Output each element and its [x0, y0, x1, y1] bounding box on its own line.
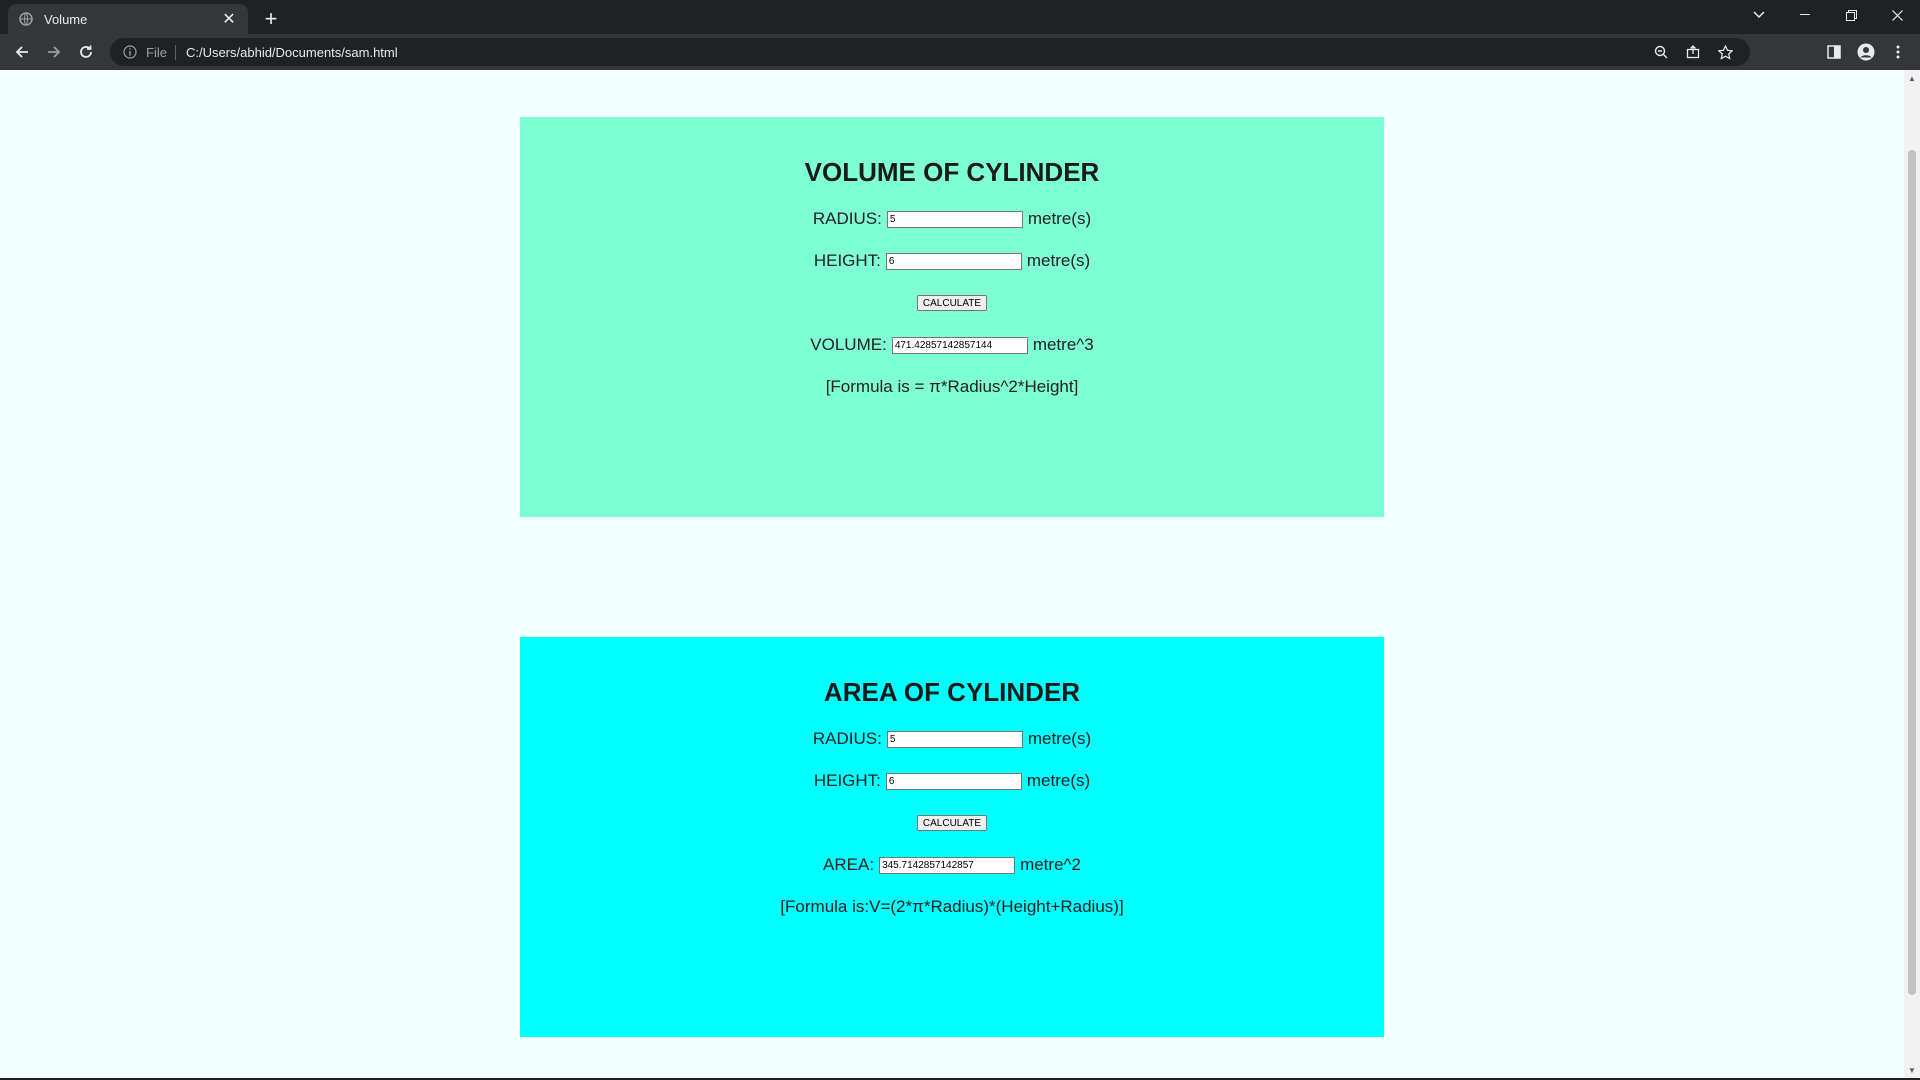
volume-result-output[interactable] — [891, 336, 1028, 354]
area-title: AREA OF CYLINDER — [823, 677, 1081, 707]
area-radius-unit: metre(s) — [1027, 729, 1092, 748]
area-panel: AREA OF CYLINDER RADIUS: metre(s) HEIGHT… — [520, 637, 1384, 1037]
new-tab-button[interactable]: + — [258, 6, 284, 32]
scroll-up-arrow-icon[interactable]: ▲ — [1904, 70, 1920, 86]
browser-toolbar: File C:/Users/abhid/Documents/sam.html — [0, 34, 1920, 70]
scroll-down-arrow-icon[interactable]: ▼ — [1904, 1062, 1920, 1078]
volume-radius-unit: metre(s) — [1027, 209, 1092, 228]
volume-height-input[interactable] — [885, 252, 1022, 270]
area-result-output[interactable] — [879, 856, 1016, 874]
address-bar[interactable]: File C:/Users/abhid/Documents/sam.html — [110, 38, 1750, 66]
share-icon[interactable] — [1680, 39, 1706, 65]
menu-icon[interactable] — [1884, 38, 1912, 66]
volume-result-unit: metre^3 — [1032, 335, 1094, 354]
volume-height-label: HEIGHT: — [813, 251, 881, 270]
tab-volume[interactable]: Volume ✕ — [8, 4, 248, 34]
volume-height-row: HEIGHT: metre(s) — [520, 240, 1384, 282]
volume-calculate-row: CALCULATE — [520, 282, 1384, 324]
reload-icon[interactable] — [72, 38, 100, 66]
volume-result-label: VOLUME: — [810, 335, 887, 354]
area-radius-label: RADIUS: — [812, 729, 882, 748]
volume-title: VOLUME OF CYLINDER — [804, 157, 1100, 187]
area-calculate-button[interactable]: CALCULATE — [916, 815, 988, 831]
address-scheme: File — [146, 44, 176, 60]
area-calculate-row: CALCULATE — [520, 802, 1384, 844]
area-radius-row: RADIUS: metre(s) — [520, 718, 1384, 760]
tab-title: Volume — [44, 11, 88, 27]
volume-formula: [Formula is = π*Radius^2*Height] — [825, 377, 1079, 396]
volume-height-unit: metre(s) — [1026, 251, 1091, 270]
volume-radius-row: RADIUS: metre(s) — [520, 198, 1384, 240]
area-result-label: AREA: — [823, 855, 875, 874]
tab-search-icon[interactable] — [1736, 0, 1782, 30]
area-height-unit: metre(s) — [1026, 771, 1091, 790]
area-formula: [Formula is:V=(2*π*Radius)*(Height+Radiu… — [780, 897, 1124, 916]
volume-result-row: VOLUME: metre^3 — [520, 324, 1384, 366]
volume-radius-label: RADIUS: — [812, 209, 882, 228]
forward-icon[interactable] — [40, 38, 68, 66]
side-panel-icon[interactable] — [1820, 38, 1848, 66]
minimize-icon[interactable] — [1782, 0, 1828, 30]
address-url[interactable]: C:/Users/abhid/Documents/sam.html — [186, 45, 1642, 60]
volume-calculate-button[interactable]: CALCULATE — [916, 295, 988, 311]
area-result-unit: metre^2 — [1020, 855, 1081, 874]
profile-icon[interactable] — [1852, 38, 1880, 66]
page-viewport: VOLUME OF CYLINDER RADIUS: metre(s) HEIG… — [0, 70, 1920, 1078]
zoom-icon[interactable] — [1648, 39, 1674, 65]
close-window-icon[interactable] — [1874, 0, 1920, 30]
area-height-row: HEIGHT: metre(s) — [520, 760, 1384, 802]
volume-panel: VOLUME OF CYLINDER RADIUS: metre(s) HEIG… — [520, 117, 1384, 517]
tab-strip: Volume ✕ + — [0, 0, 1920, 34]
volume-radius-input[interactable] — [886, 210, 1023, 228]
close-tab-icon[interactable]: ✕ — [220, 10, 238, 28]
back-icon[interactable] — [8, 38, 36, 66]
info-icon[interactable] — [122, 44, 138, 60]
bookmark-star-icon[interactable] — [1712, 39, 1738, 65]
area-radius-input[interactable] — [886, 730, 1023, 748]
globe-icon — [18, 11, 34, 27]
scrollbar-thumb[interactable] — [1908, 150, 1916, 995]
area-height-label: HEIGHT: — [813, 771, 881, 790]
restore-icon[interactable] — [1828, 0, 1874, 30]
vertical-scrollbar[interactable]: ▲ ▼ — [1904, 70, 1920, 1078]
area-height-input[interactable] — [885, 772, 1022, 790]
area-result-row: AREA: metre^2 — [520, 844, 1384, 886]
